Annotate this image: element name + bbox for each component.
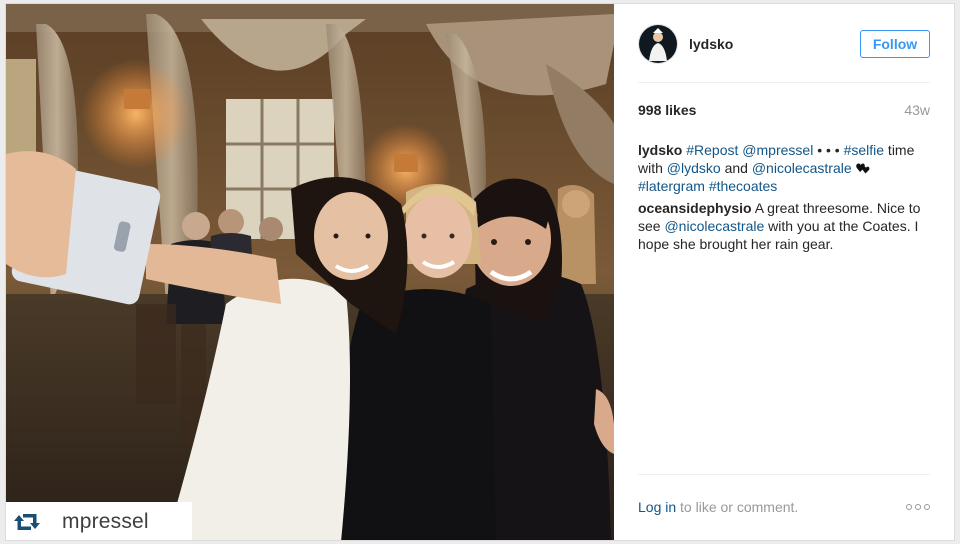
login-prompt: Log in to like or comment. (638, 499, 798, 515)
more-dot (906, 504, 912, 510)
caption: lydsko #Repost @mpressel • • • #selfie t… (638, 141, 932, 195)
header-divider (638, 82, 930, 83)
caption-text-and: and (720, 160, 748, 176)
comments-list: lydsko #Repost @mpressel • • • #selfie t… (638, 141, 932, 257)
repost-username[interactable]: mpressel (62, 510, 149, 534)
likes-row: 998 likes 43w (638, 102, 930, 118)
likes-count[interactable]: 998 likes (638, 102, 696, 118)
caption-dots: • • • (813, 142, 840, 158)
login-link[interactable]: Log in (638, 499, 676, 515)
hashtag-latergram[interactable]: #latergram (638, 178, 705, 194)
avatar[interactable] (638, 24, 678, 64)
black-hearts-icon (855, 163, 869, 174)
more-dot (924, 504, 930, 510)
hashtag-selfie[interactable]: #selfie (844, 142, 884, 158)
hashtag-repost[interactable]: #Repost (686, 142, 738, 158)
repost-icon (14, 514, 40, 530)
post-age[interactable]: 43w (904, 102, 930, 118)
selfie-photo-illustration (6, 4, 614, 540)
mention-nicolecastrale[interactable]: @nicolecastrale (752, 160, 852, 176)
comment-mention-nicolecastrale[interactable]: @nicolecastrale (664, 218, 764, 234)
author-username[interactable]: lydsko (689, 36, 860, 52)
more-options-icon[interactable] (906, 504, 930, 510)
more-dot (915, 504, 921, 510)
post-photo[interactable]: mpressel (6, 4, 614, 540)
hashtag-thecoates[interactable]: #thecoates (709, 178, 778, 194)
post-card: mpressel lydsko Follow 998 likes 43w lyd… (5, 3, 955, 541)
mention-mpressel[interactable]: @mpressel (742, 142, 813, 158)
post-header: lydsko Follow (638, 22, 930, 66)
avatar-image (639, 25, 677, 63)
post-footer: Log in to like or comment. (638, 499, 930, 515)
mention-lydsko[interactable]: @lydsko (667, 160, 721, 176)
login-suffix: to like or comment. (676, 499, 799, 515)
repost-badge[interactable]: mpressel (6, 502, 192, 540)
caption-username[interactable]: lydsko (638, 142, 682, 158)
comment: oceansidephysio A great threesome. Nice … (638, 199, 932, 253)
comment-username[interactable]: oceansidephysio (638, 200, 752, 216)
post-sidebar: lydsko Follow 998 likes 43w lydsko #Repo… (614, 4, 954, 540)
follow-button[interactable]: Follow (860, 30, 930, 58)
footer-divider (638, 474, 930, 475)
